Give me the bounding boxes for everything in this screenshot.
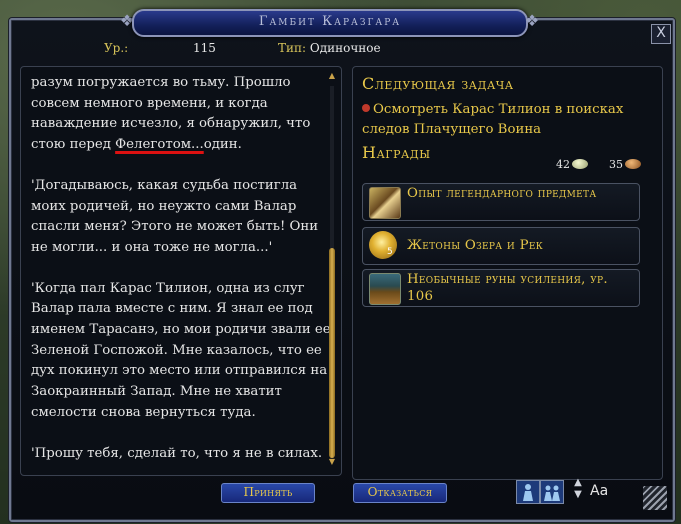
silver-coin-icon bbox=[572, 159, 588, 169]
font-size-stepper[interactable]: ▲ ▼ bbox=[571, 477, 585, 503]
reward-label: Необычные руны усиления, ур. 106 bbox=[407, 272, 608, 304]
quest-description-text: разум погружается во тьму. Прошло совсем… bbox=[31, 73, 331, 471]
objective-bullet-icon bbox=[362, 104, 370, 112]
reward-item[interactable]: Необычные руны усиления, ур. 106 bbox=[362, 269, 640, 307]
description-paragraph: разум погружается во тьму. Прошло совсем… bbox=[31, 75, 311, 153]
description-paragraph: 'Прошу тебя, сделай то, что я не в силах… bbox=[31, 445, 323, 461]
copper-coin-icon bbox=[625, 159, 641, 169]
legendary-weapon-icon bbox=[369, 187, 401, 219]
scroll-up-icon[interactable]: ▲ bbox=[327, 72, 337, 80]
next-task-heading: Следующая задача bbox=[362, 74, 514, 93]
fellowship-icon[interactable] bbox=[540, 480, 564, 504]
quest-type: Тип: Одиночное bbox=[278, 41, 381, 55]
silver-amount: 42 bbox=[556, 158, 570, 171]
scroll-thumb[interactable] bbox=[329, 248, 335, 458]
copper-amount: 35 bbox=[609, 158, 623, 171]
solo-icon[interactable] bbox=[516, 480, 540, 504]
description-scrollbar[interactable]: ▲ ▼ bbox=[327, 72, 337, 466]
reward-label: Жетоны Озера и Рек bbox=[407, 238, 543, 253]
next-task-text: Осмотреть Карас Тилион в поисках следов … bbox=[362, 102, 624, 137]
token-count: 5 bbox=[387, 247, 393, 257]
description-paragraph: 'Догадываюсь, какая судьба постигла моих… bbox=[31, 177, 319, 255]
reward-label: Опыт легендарного предмета bbox=[407, 186, 597, 201]
gold-token-icon: 5 bbox=[369, 231, 397, 259]
window-title[interactable]: Гамбит Каразгара bbox=[132, 9, 528, 37]
quest-description-panel[interactable]: разум погружается во тьму. Прошло совсем… bbox=[20, 66, 342, 476]
resize-grip-icon[interactable] bbox=[643, 486, 667, 510]
font-size-label: Aa bbox=[590, 483, 609, 499]
decrease-icon[interactable]: ▼ bbox=[571, 489, 585, 501]
currency-silver[interactable]: 42 bbox=[556, 158, 588, 171]
next-task-item[interactable]: Осмотреть Карас Тилион в поисках следов … bbox=[362, 100, 657, 140]
decline-button[interactable]: Отказаться bbox=[353, 483, 447, 503]
reward-item[interactable]: Опыт легендарного предмета bbox=[362, 183, 640, 221]
reward-item[interactable]: 5 Жетоны Озера и Рек bbox=[362, 227, 640, 265]
close-button[interactable]: X bbox=[651, 24, 671, 44]
treasure-chest-icon bbox=[369, 273, 401, 305]
highlighted-word: Фелеготом... bbox=[115, 137, 204, 153]
rewards-heading: Награды bbox=[362, 143, 431, 162]
description-paragraph: 'Когда пал Карас Тилион, одна из слуг Ва… bbox=[31, 280, 331, 420]
title-ornament-right-icon: ❖ bbox=[524, 11, 540, 30]
increase-icon[interactable]: ▲ bbox=[571, 477, 585, 489]
level-label: Ур.: bbox=[104, 41, 128, 55]
quest-type-label: Тип: bbox=[278, 41, 307, 55]
quest-type-value: Одиночное bbox=[309, 41, 381, 55]
level-label-text: Ур.: bbox=[104, 41, 129, 55]
currency-copper[interactable]: 35 bbox=[609, 158, 641, 171]
level-value: 115 bbox=[193, 41, 216, 55]
scroll-down-icon[interactable]: ▼ bbox=[327, 458, 337, 466]
accept-button[interactable]: Принять bbox=[221, 483, 315, 503]
